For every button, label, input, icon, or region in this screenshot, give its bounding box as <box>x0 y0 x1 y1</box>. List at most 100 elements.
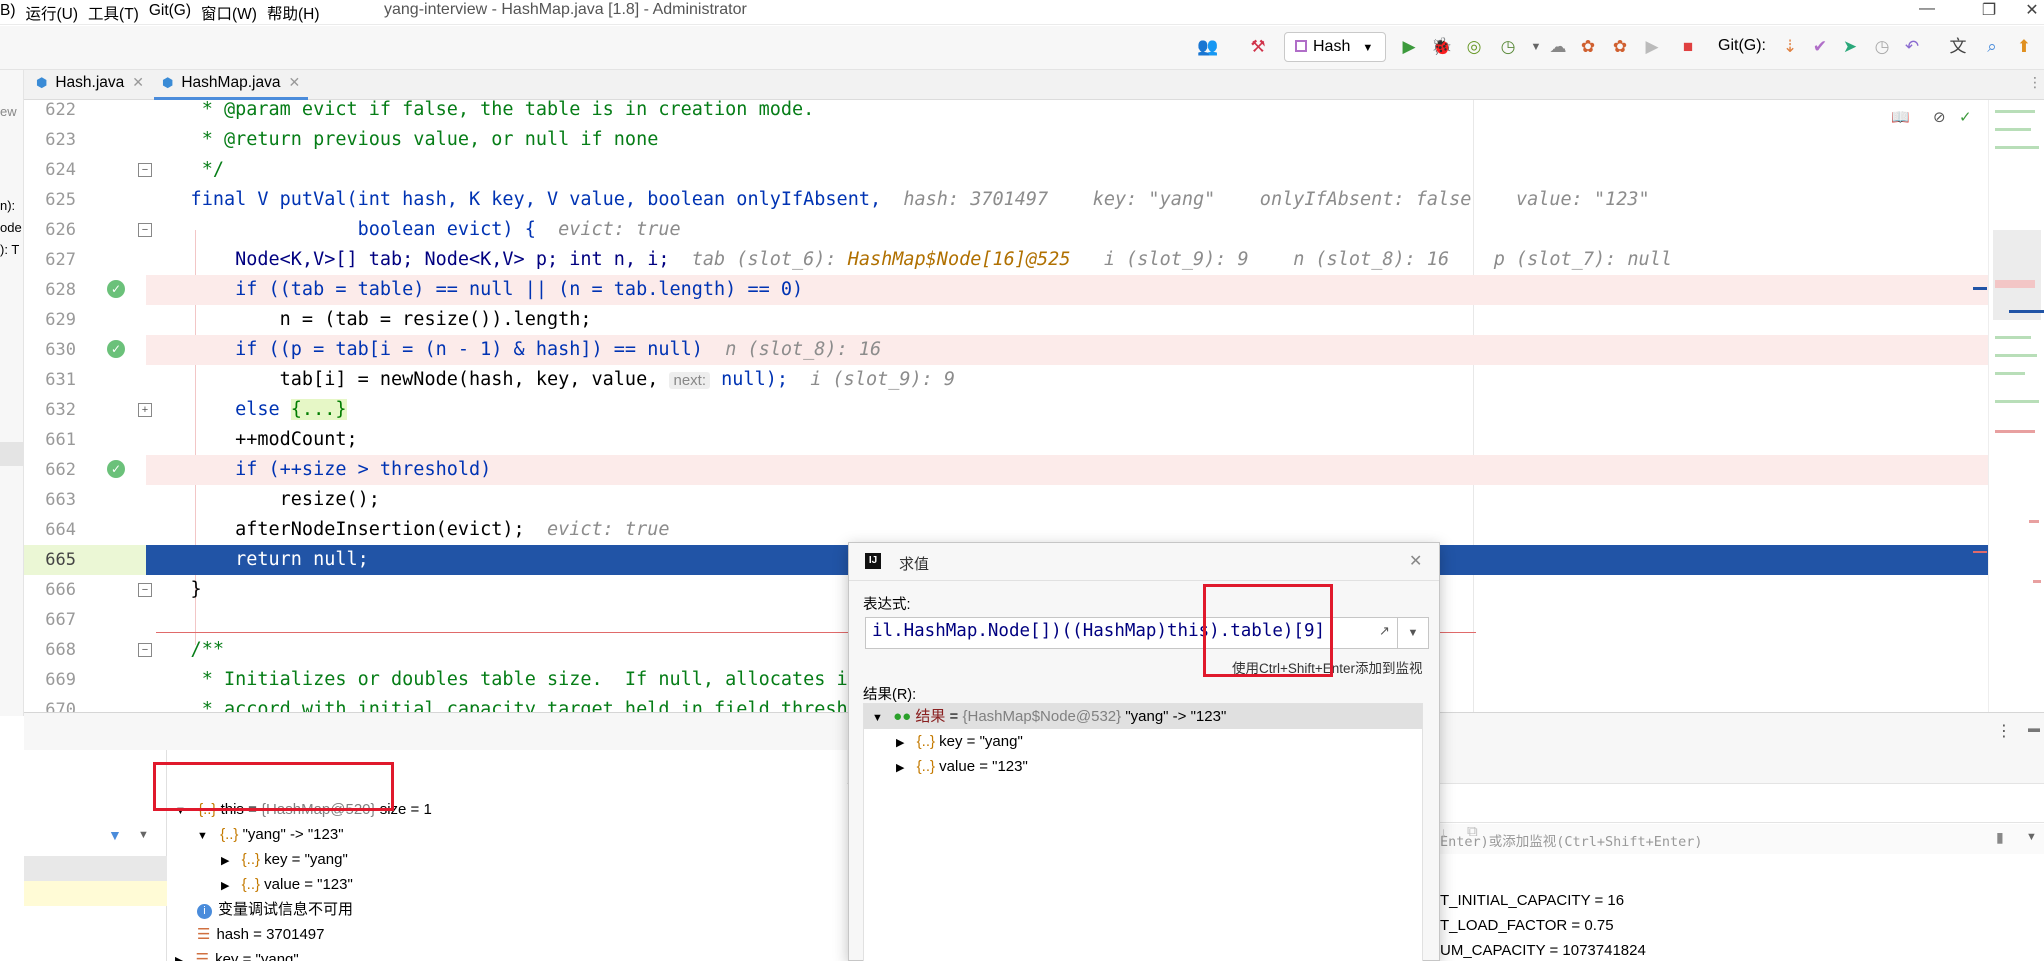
result-row[interactable]: ▼ ●● 结果 = {HashMap$Node@532} "yang" -> "… <box>864 704 1422 729</box>
menu-item-git[interactable]: Git(G) <box>144 0 196 25</box>
tree-row-keyvar[interactable]: ▶ ☰ key = "yang" <box>175 947 299 961</box>
breakpoint-check-icon[interactable]: ✓ <box>107 460 125 478</box>
tab-hashmap-java[interactable]: ⬢ HashMap.java ✕ <box>154 70 309 100</box>
minimap-stripe <box>1995 336 2031 339</box>
chevron-down-icon[interactable]: ▼ <box>197 830 208 842</box>
line-number: 626 <box>45 220 76 240</box>
close-tab-icon[interactable]: ✕ <box>132 74 144 90</box>
chevron-right-icon[interactable]: ▶ <box>896 737 904 749</box>
copy-icon[interactable]: ⧉ <box>1467 823 1478 840</box>
frame-row[interactable] <box>24 881 167 906</box>
tree-row-key[interactable]: ▶ {..} key = "yang" <box>221 847 348 872</box>
chevron-down-icon[interactable]: ▼ <box>872 712 883 724</box>
search-icon[interactable]: ⌕ <box>1980 35 2004 59</box>
minimize-button[interactable]: — <box>1904 0 1950 25</box>
minimap-viewport[interactable] <box>1993 230 2041 320</box>
hide-panel-icon[interactable]: ▬ <box>2028 721 2040 735</box>
expand-icon[interactable]: ↗ <box>1379 623 1390 639</box>
chevron-right-icon[interactable]: ▶ <box>896 762 904 774</box>
minimap-stripe <box>2009 310 2044 313</box>
git-label: Git(G): <box>1718 37 1766 54</box>
object-icon: {..} <box>241 851 260 868</box>
restore-button[interactable]: ❐ <box>1966 0 2012 25</box>
menu-item-view[interactable]: B) <box>0 0 21 25</box>
coverage-icon[interactable]: ◎ <box>1462 35 1486 59</box>
ide-icon[interactable]: ⬆ <box>2012 35 2036 59</box>
var-value: "yang" -> "123" <box>242 826 344 843</box>
code-line-626: boolean evict) { evict: true <box>146 215 1988 245</box>
folded-region[interactable]: {...} <box>290 399 347 420</box>
plugin-icon[interactable]: ✿ <box>1576 35 1600 59</box>
watch-row[interactable]: T_LOAD_FACTOR = 0.75 <box>1440 913 1614 938</box>
minimap-stripe <box>1995 400 2039 403</box>
close-window-button[interactable]: ✕ <box>2020 0 2044 25</box>
more-run-chevron-icon[interactable]: ▼ <box>1524 35 1548 59</box>
filter-icon[interactable]: ▼ <box>108 827 122 843</box>
chevron-down-icon[interactable]: ▼ <box>138 829 149 841</box>
left-strip-selection <box>0 442 23 466</box>
tab-menu-icon[interactable]: ⋮ <box>2028 74 2042 91</box>
menu-bar: B) 运行(U) 工具(T) Git(G) 窗口(W) 帮助(H) <box>0 0 325 25</box>
chevron-right-icon[interactable]: ▶ <box>221 855 229 867</box>
build-hammer-icon[interactable]: ⚒ <box>1246 35 1270 59</box>
breakpoint-check-icon[interactable]: ✓ <box>107 340 125 358</box>
users-icon[interactable]: 👥 <box>1196 35 1220 59</box>
primitive-icon: ☰ <box>195 951 210 961</box>
run-icon[interactable]: ▶ <box>1397 35 1421 59</box>
chevron-down-icon[interactable]: ▼ <box>2026 831 2037 843</box>
debug-icon[interactable]: 🐞 <box>1430 35 1454 59</box>
tree-row-entry[interactable]: ▼ {..} "yang" -> "123" <box>197 822 344 847</box>
git-rollback-icon[interactable]: ↶ <box>1900 35 1924 59</box>
watch-row[interactable]: T_INITIAL_CAPACITY = 16 <box>1440 888 1624 913</box>
code-minimap[interactable] <box>1988 100 2044 712</box>
code-text: tab[i] = newNode(hash, key, value, <box>146 369 670 390</box>
menu-item-window[interactable]: 窗口(W) <box>196 0 262 25</box>
breakpoint-check-icon[interactable]: ✓ <box>107 280 125 298</box>
more-options-icon[interactable]: ⋮ <box>1996 721 2012 741</box>
arrow-down-icon[interactable]: ↓ <box>1440 824 1447 840</box>
history-dropdown[interactable]: ▼ <box>1397 617 1429 649</box>
close-icon[interactable]: ✕ <box>1409 551 1422 571</box>
profiler-icon[interactable]: ◷ <box>1496 35 1520 59</box>
translate-icon[interactable]: 文 <box>1946 35 1970 59</box>
tree-row-hash[interactable]: ☰ hash = 3701497 <box>197 922 324 947</box>
reader-mode-icon[interactable]: 📖 <box>1891 108 1910 126</box>
stop-icon[interactable]: ■ <box>1676 35 1700 59</box>
bookmark-icon[interactable]: ▮ <box>1996 829 2004 846</box>
resume-icon[interactable]: ▶ <box>1640 35 1664 59</box>
chevron-right-icon[interactable]: ▶ <box>221 880 229 892</box>
watch-input-row[interactable]: Enter)或添加监视(Ctrl+Shift+Enter) ▮ ▼ <box>1440 824 2044 854</box>
tab-label: Hash.java <box>55 74 125 91</box>
menu-item-tools[interactable]: 工具(T) <box>83 0 144 25</box>
line-number: 623 <box>45 130 76 150</box>
tree-row-value[interactable]: ▶ {..} value = "123" <box>221 872 353 897</box>
frame-row-selected[interactable] <box>24 856 167 881</box>
result-child-value[interactable]: ▶ {..} value = "123" <box>896 754 1028 779</box>
code-text: afterNodeInsertion(evict); <box>146 519 525 540</box>
watch-row[interactable]: UM_CAPACITY = 1073741824 <box>1440 938 1646 961</box>
attach-icon[interactable]: ☁ <box>1546 35 1570 59</box>
chevron-right-icon[interactable]: ▶ <box>175 955 183 961</box>
menu-item-help[interactable]: 帮助(H) <box>262 0 325 25</box>
error-stripe-marker[interactable] <box>1973 287 1987 290</box>
minimap-stripe <box>1995 110 2035 113</box>
git-push-icon[interactable]: ➤ <box>1838 35 1862 59</box>
code-text: null); <box>721 369 788 390</box>
git-update-icon[interactable]: ⇣ <box>1778 35 1802 59</box>
run-config-select[interactable]: Hash ▼ <box>1284 32 1386 62</box>
object-icon: {..} <box>916 733 935 750</box>
editor-tab-bar: ⬢ Hash.java ✕ ⬢ HashMap.java ✕ ⋮ <box>24 70 2044 100</box>
menu-item-run[interactable]: 运行(U) <box>21 0 84 25</box>
info-icon: i <box>197 904 212 919</box>
git-history-icon[interactable]: ◷ <box>1870 35 1894 59</box>
hide-icon[interactable]: ⊘ <box>1933 108 1946 126</box>
error-stripe-marker[interactable] <box>1973 551 1987 553</box>
close-tab-icon[interactable]: ✕ <box>288 74 300 90</box>
check-icon: ✓ <box>1959 109 1972 126</box>
divider <box>1440 822 2044 823</box>
git-commit-icon[interactable]: ✔ <box>1808 35 1832 59</box>
result-child-key[interactable]: ▶ {..} key = "yang" <box>896 729 1023 754</box>
line-number: 632 <box>45 400 76 420</box>
watch-input[interactable]: Enter)或添加监视(Ctrl+Shift+Enter) <box>1440 830 1703 850</box>
plugin2-icon[interactable]: ✿ <box>1608 35 1632 59</box>
